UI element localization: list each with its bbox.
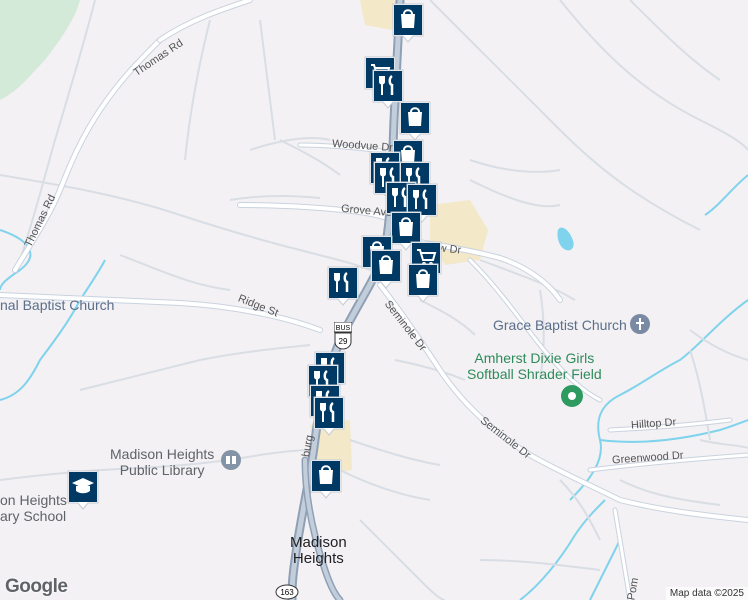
marker-restaurant[interactable]	[326, 265, 360, 307]
poi-label-library[interactable]: Madison Heights Public Library	[110, 446, 214, 478]
poi-label-softball-field[interactable]: Amherst Dixie Girls Softball Shrader Fie…	[467, 350, 602, 382]
shield-163-text: 163	[280, 588, 294, 597]
shield-bus-text: BUS	[336, 325, 351, 332]
map-attribution[interactable]: Map data ©2025	[665, 587, 748, 600]
marker-restaurant[interactable]	[312, 395, 346, 437]
map-canvas[interactable]: Thomas Rd Thomas Rd Woodvue Dr Grove Ave…	[0, 0, 748, 600]
poi-label-school[interactable]: on Heights ary School	[0, 492, 67, 524]
marker-shopping-bag[interactable]	[398, 100, 432, 142]
poi-label-grace-baptist-church[interactable]: Grace Baptist Church	[493, 317, 627, 333]
marker-shopping-bag[interactable]	[406, 262, 440, 304]
shield-29-text: 29	[339, 337, 348, 346]
highway-shield-163: 163	[275, 584, 299, 600]
library-icon[interactable]	[221, 450, 241, 470]
town-label-madison-heights: Madison Heights	[290, 534, 347, 567]
google-logo[interactable]: Google	[5, 576, 68, 598]
marker-shopping-bag[interactable]	[369, 248, 403, 290]
church-icon[interactable]	[630, 314, 650, 334]
poi-label-baptist-church-west[interactable]: nal Baptist Church	[0, 297, 114, 313]
marker-shopping-bag[interactable]	[391, 2, 425, 44]
marker-shopping-bag[interactable]	[309, 458, 343, 500]
park-pin-icon[interactable]	[561, 385, 583, 407]
marker-school[interactable]	[66, 469, 100, 511]
